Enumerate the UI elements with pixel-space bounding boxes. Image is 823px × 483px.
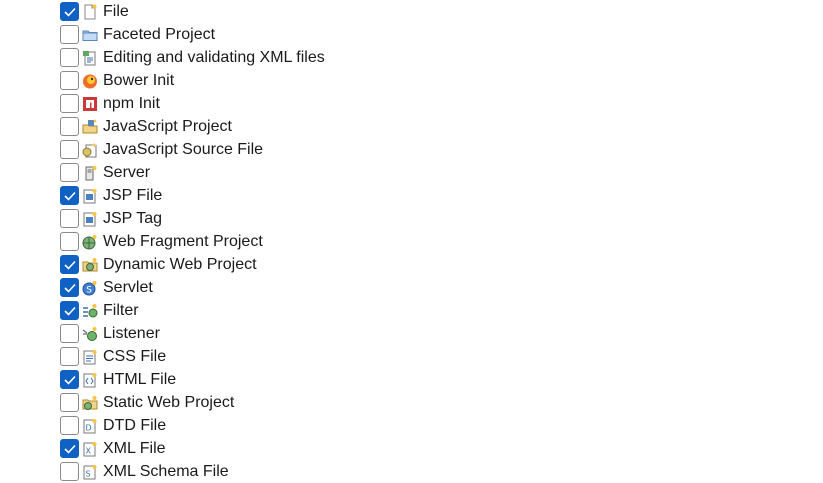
list-item-xml-schema-file[interactable]: S XML Schema File: [60, 460, 760, 483]
folder-icon: [82, 30, 98, 41]
html-file-icon: [83, 372, 97, 387]
list-item-label: JSP File: [103, 187, 163, 204]
dynamic-web-project-icon: [82, 257, 98, 271]
checkbox[interactable]: [60, 324, 79, 343]
checkbox[interactable]: [60, 439, 79, 458]
list-item-label: File: [103, 3, 129, 20]
list-item-html-file[interactable]: HTML File: [60, 368, 760, 391]
servlet-icon: S: [82, 280, 97, 295]
list-item-xml-editing[interactable]: Editing and validating XML files: [60, 46, 760, 69]
list-item-label: Dynamic Web Project: [103, 256, 257, 273]
web-fragment-icon: [82, 234, 97, 249]
checkbox[interactable]: [60, 2, 79, 21]
wizard-shortcut-list: File Faceted Project Editing and validat…: [60, 0, 760, 483]
list-item-label: JavaScript Source File: [103, 141, 264, 158]
jsp-file-icon: [83, 188, 97, 203]
static-web-project-icon: [82, 395, 98, 410]
checkbox[interactable]: [60, 209, 79, 228]
svg-text:S: S: [86, 469, 91, 478]
checkbox[interactable]: [60, 163, 79, 182]
list-item-label: CSS File: [103, 348, 167, 365]
svg-text:S: S: [86, 285, 92, 295]
checkbox[interactable]: [60, 48, 79, 67]
javascript-file-icon: [82, 142, 97, 157]
checkbox[interactable]: [60, 117, 79, 136]
list-item-file[interactable]: File: [60, 0, 760, 23]
file-icon: [84, 4, 97, 19]
list-item-dynamic-web-project[interactable]: Dynamic Web Project: [60, 253, 760, 276]
list-item-label: DTD File: [103, 417, 167, 434]
list-item-label: XML File: [103, 440, 166, 457]
xml-schema-file-icon: S: [83, 464, 97, 479]
list-item-jsp-tag[interactable]: JSP Tag: [60, 207, 760, 230]
css-file-icon: [83, 349, 97, 364]
svg-text:D: D: [86, 423, 92, 432]
list-item-label: Server: [103, 164, 151, 181]
list-item-label: XML Schema File: [103, 463, 229, 480]
list-item-label: Listener: [103, 325, 160, 342]
list-item-listener[interactable]: Listener: [60, 322, 760, 345]
list-item-faceted-project[interactable]: Faceted Project: [60, 23, 760, 46]
list-item-label: npm Init: [103, 95, 160, 112]
dtd-file-icon: D: [83, 418, 97, 433]
xml-editing-icon: [83, 50, 96, 65]
list-item-label: HTML File: [103, 371, 177, 388]
checkbox[interactable]: [60, 25, 79, 44]
list-item-css-file[interactable]: CSS File: [60, 345, 760, 368]
list-item-web-fragment-project[interactable]: Web Fragment Project: [60, 230, 760, 253]
list-item-label: Editing and validating XML files: [103, 49, 325, 66]
checkbox[interactable]: [60, 255, 79, 274]
list-item-dtd-file[interactable]: D DTD File: [60, 414, 760, 437]
jsp-tag-icon: [83, 211, 97, 226]
listener-icon: [82, 326, 97, 341]
checkbox[interactable]: [60, 416, 79, 435]
list-item-xml-file[interactable]: X XML File: [60, 437, 760, 460]
list-item-label: Faceted Project: [103, 26, 216, 43]
server-icon: [85, 165, 97, 180]
xml-file-icon: X: [83, 441, 97, 456]
checkbox[interactable]: [60, 301, 79, 320]
checkbox[interactable]: [60, 140, 79, 159]
checkbox[interactable]: [60, 186, 79, 205]
checkbox[interactable]: [60, 232, 79, 251]
list-item-servlet[interactable]: S Servlet: [60, 276, 760, 299]
checkbox[interactable]: [60, 370, 79, 389]
checkbox[interactable]: [60, 462, 79, 481]
checkbox[interactable]: [60, 278, 79, 297]
javascript-project-icon: [82, 118, 98, 133]
list-item-javascript-project[interactable]: JavaScript Project: [60, 115, 760, 138]
bower-icon: [83, 74, 97, 88]
npm-icon: [83, 96, 97, 111]
list-item-static-web-project[interactable]: Static Web Project: [60, 391, 760, 414]
list-item-filter[interactable]: Filter: [60, 299, 760, 322]
list-item-label: Filter: [103, 302, 139, 319]
checkbox[interactable]: [60, 71, 79, 90]
list-item-label: Bower Init: [103, 72, 175, 89]
list-item-server[interactable]: Server: [60, 161, 760, 184]
filter-icon: [83, 303, 98, 317]
list-item-label: Servlet: [103, 279, 153, 296]
list-item-bower-init[interactable]: Bower Init: [60, 69, 760, 92]
list-item-javascript-source-file[interactable]: JavaScript Source File: [60, 138, 760, 161]
list-item-npm-init[interactable]: npm Init: [60, 92, 760, 115]
list-item-label: Static Web Project: [103, 394, 235, 411]
list-item-label: JavaScript Project: [103, 118, 232, 135]
checkbox[interactable]: [60, 393, 79, 412]
checkbox[interactable]: [60, 347, 79, 366]
svg-text:X: X: [86, 446, 92, 455]
list-item-label: JSP Tag: [103, 210, 163, 227]
list-item-jsp-file[interactable]: JSP File: [60, 184, 760, 207]
checkbox[interactable]: [60, 94, 79, 113]
list-item-label: Web Fragment Project: [103, 233, 263, 250]
